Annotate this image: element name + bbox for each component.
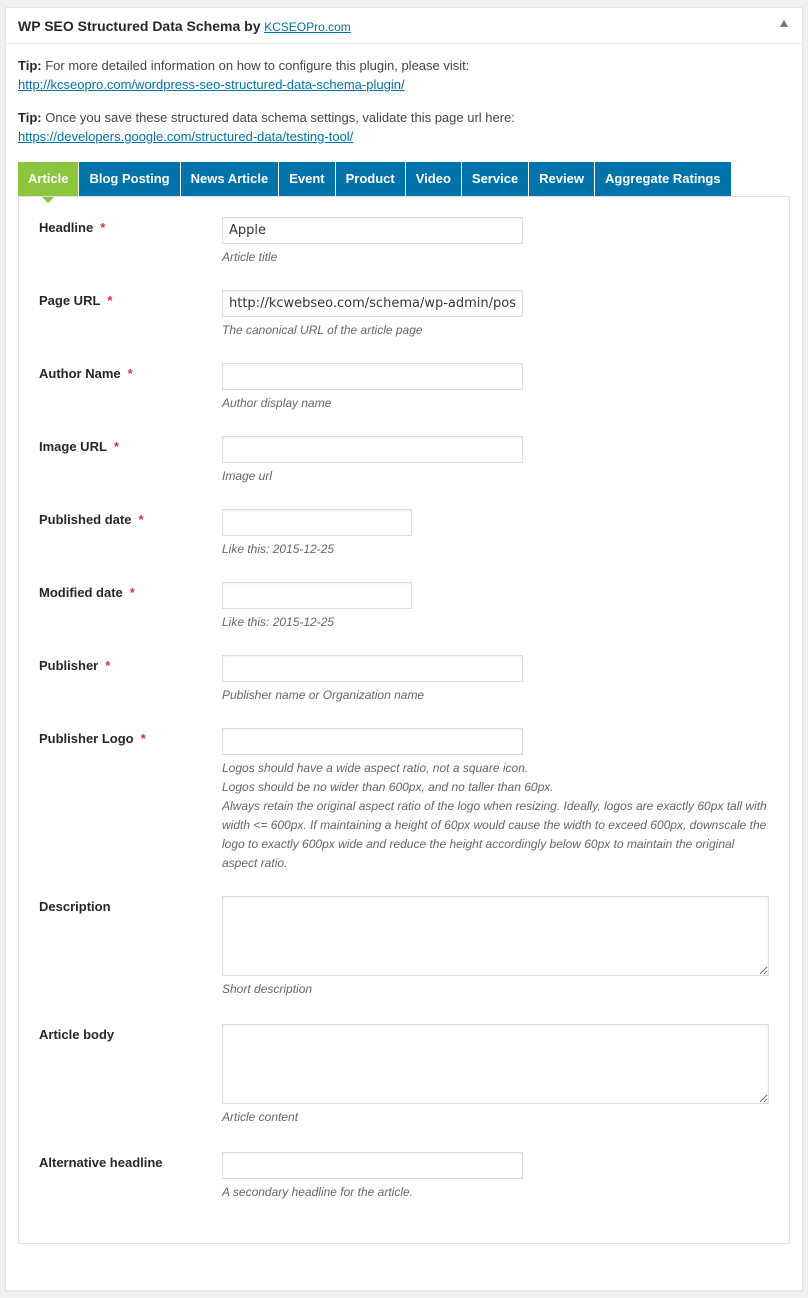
alternative-headline-row: Alternative headline A secondary headlin… [19,1152,789,1225]
author-name-row: Author Name * Author display name [19,363,789,436]
description-row: Description Short description [19,896,789,1024]
image-url-input[interactable] [222,436,523,463]
triangle-up-icon[interactable] [780,20,788,27]
image-url-row: Image URL * Image url [19,436,789,509]
modified-date-row: Modified date * Like this: 2015-12-25 [19,582,789,655]
publisher-logo-row: Publisher Logo * Logos should have a wide… [19,728,789,896]
testing-tool-link[interactable]: https://developers.google.com/structured… [18,129,353,144]
publisher-input[interactable] [222,655,523,682]
tab-video[interactable]: Video [405,162,462,196]
publisher-logo-description: Logos should have a wide aspect ratio, n… [222,759,769,873]
tab-review[interactable]: Review [529,162,595,196]
required-marker: * [113,439,119,454]
alternative-headline-input[interactable] [222,1152,523,1179]
publisher-logo-input[interactable] [222,728,523,755]
tab-blog-posting[interactable]: Blog Posting [79,162,181,196]
logo-guideline-size: Logos should be no wider than 600px, and… [222,780,554,794]
published-date-input[interactable] [222,509,412,536]
article-body-textarea[interactable] [222,1024,769,1104]
headline-row: Headline* Article title [19,217,789,290]
metabox-title: WP SEO Structured Data Schema by [18,18,261,34]
page-url-row: Page URL* The canonical URL of the artic… [19,290,789,363]
tab-service[interactable]: Service [461,162,530,196]
required-marker: * [138,512,144,527]
image-url-description: Image url [222,469,273,483]
tip-label: Tip: [18,110,42,125]
required-marker: * [100,220,106,235]
image-url-label: Image URL * [39,439,119,454]
publisher-label: Publisher * [39,658,111,673]
description-label: Description [39,899,111,914]
author-name-label: Author Name * [39,366,133,381]
description-help: Short description [222,982,313,996]
tab-event[interactable]: Event [279,162,336,196]
required-marker: * [127,366,133,381]
modified-date-description: Like this: 2015-12-25 [222,615,335,629]
headline-label: Headline * [39,220,106,235]
metabox-header[interactable]: WP SEO Structured Data Schema by KCSEOPr… [6,8,802,44]
article-body-row: Article body Article content [19,1024,789,1152]
author-name-description: Author display name [222,396,332,410]
tab-aggregate-ratings[interactable]: Aggregate Ratings [594,162,731,196]
article-body-label: Article body [39,1027,115,1042]
schema-metabox: WP SEO Structured Data Schema by KCSEOPr… [5,7,803,1291]
tab-article[interactable]: Article [18,162,80,203]
article-panel: Headline* Article title Page URL* The ca… [18,196,790,1244]
page-url-description: The canonical URL of the article page [222,323,423,337]
tip-configure: Tip: For more detailed information on ho… [18,56,790,94]
headline-input[interactable] [222,217,523,244]
tab-product[interactable]: Product [335,162,406,196]
publisher-logo-label: Publisher Logo * [39,731,146,746]
logo-guideline-aspect: Logos should have a wide aspect ratio, n… [222,761,529,775]
tip-text: For more detailed information on how to … [41,58,470,73]
modified-date-label: Modified date * [39,585,135,600]
description-textarea[interactable] [222,896,769,976]
page-url-label: Page URL * [39,293,113,308]
published-date-description: Like this: 2015-12-25 [222,542,335,556]
tab-news-article[interactable]: News Article [180,162,280,196]
modified-date-input[interactable] [222,582,412,609]
alternative-headline-label: Alternative headline [39,1155,163,1170]
tip-text: Once you save these structured data sche… [41,110,515,125]
author-name-input[interactable] [222,363,523,390]
required-marker: * [140,731,146,746]
published-date-row: Published date * Like this: 2015-12-25 [19,509,789,582]
page-url-input[interactable] [222,290,523,317]
plugin-docs-link[interactable]: http://kcseopro.com/wordpress-seo-struct… [18,77,405,92]
schema-tabs: Article Blog Posting News Article Event … [18,162,790,203]
published-date-label: Published date * [39,512,144,527]
tip-label: Tip: [18,58,42,73]
required-marker: * [107,293,113,308]
kcseopro-link[interactable]: KCSEOPro.com [264,20,351,34]
publisher-row: Publisher * Publisher name or Organizatio… [19,655,789,728]
required-marker: * [105,658,111,673]
article-body-help: Article content [222,1110,299,1124]
required-marker: * [129,585,135,600]
publisher-description: Publisher name or Organization name [222,688,425,702]
logo-guideline-resize: Always retain the original aspect ratio … [222,799,767,870]
headline-description: Article title [222,250,278,264]
alternative-headline-description: A secondary headline for the article. [222,1185,413,1199]
tip-validate: Tip: Once you save these structured data… [18,108,790,146]
